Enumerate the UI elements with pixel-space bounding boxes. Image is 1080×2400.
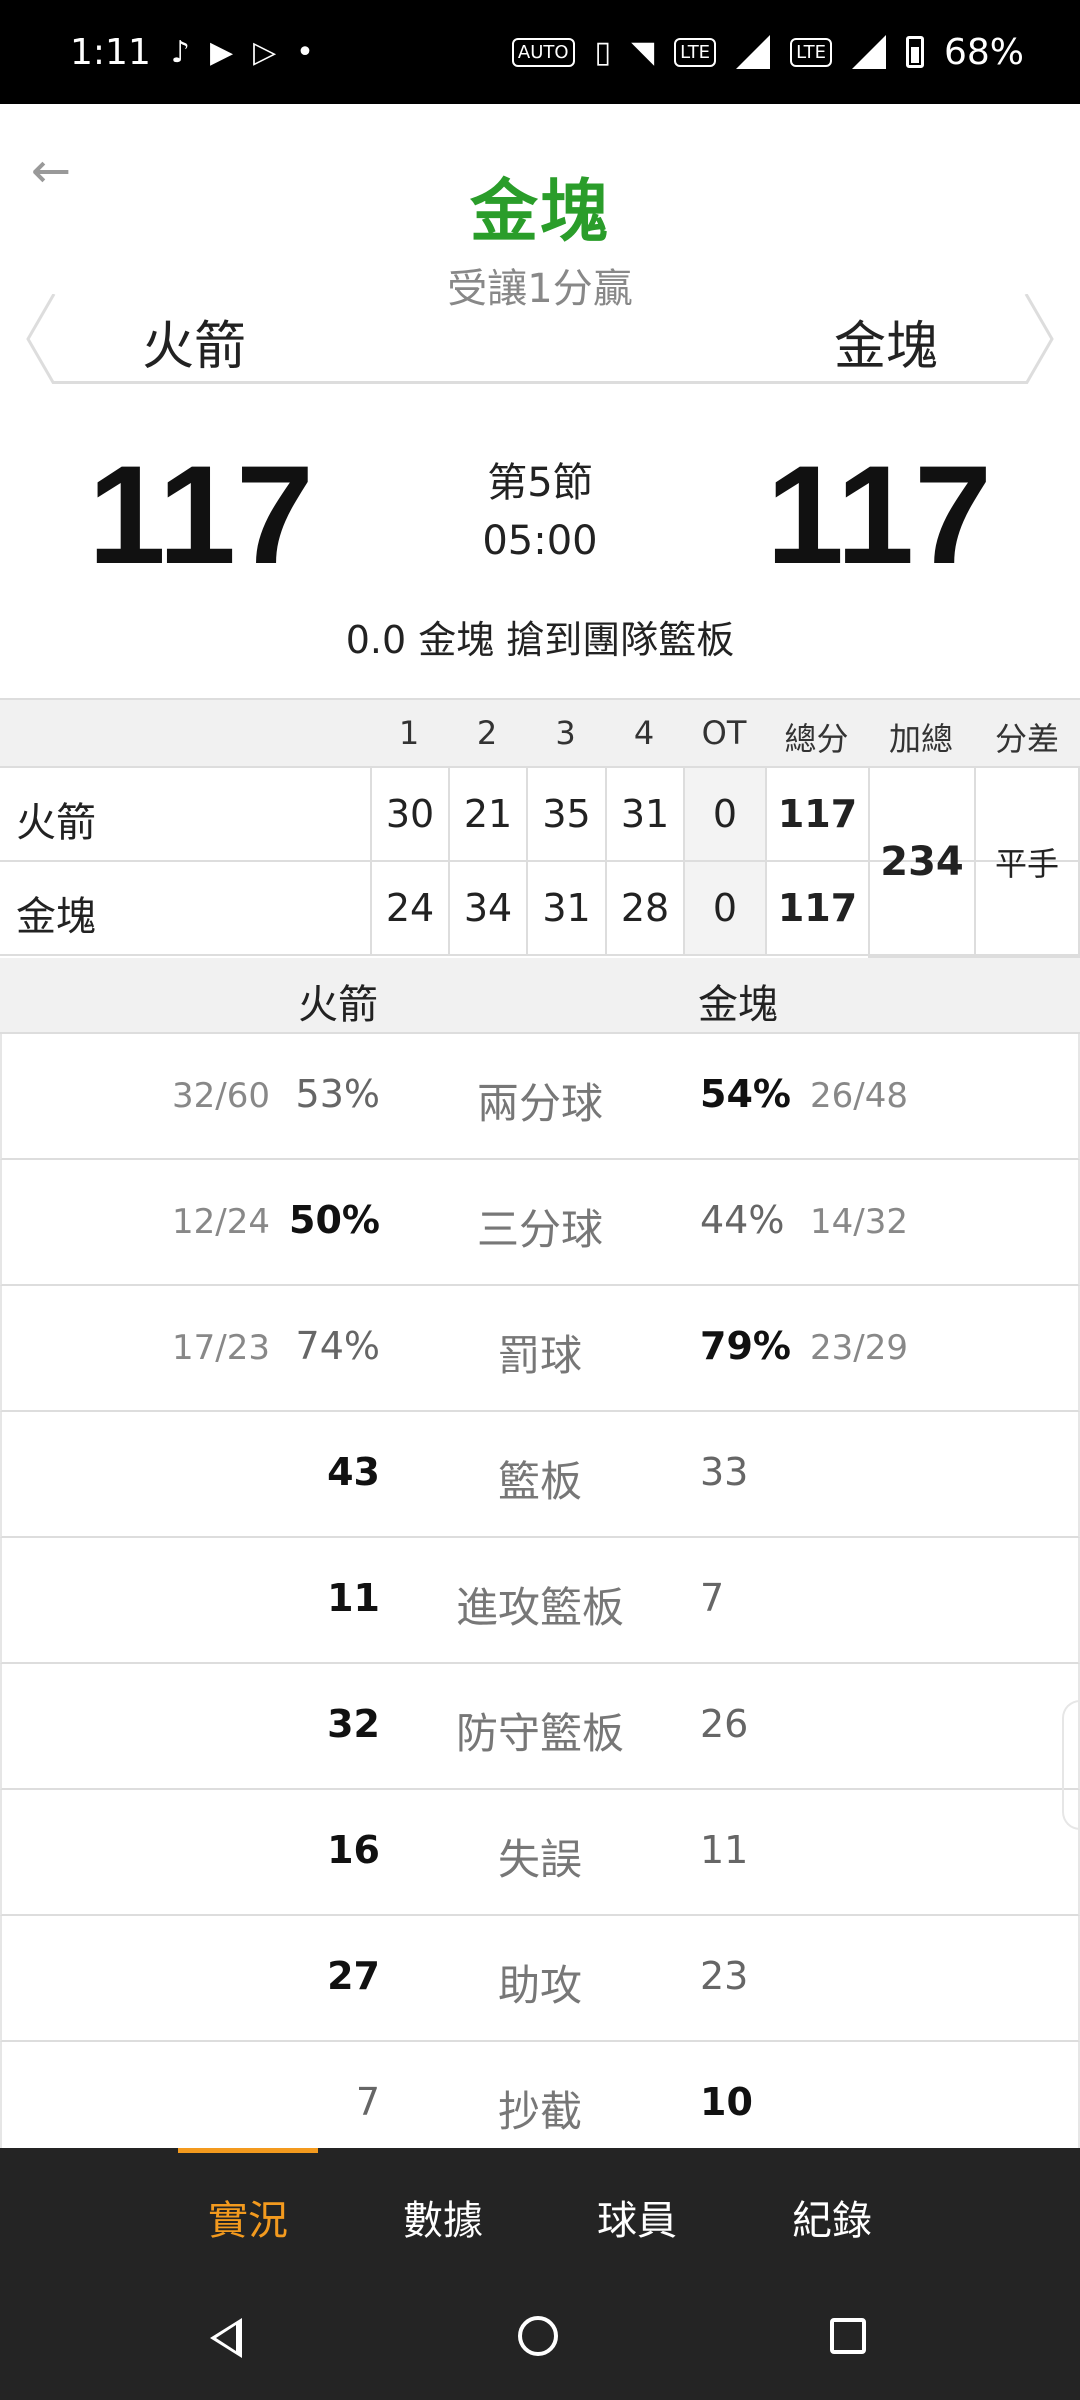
status-left: 1:11 ♪ ▶ ▷ • [70, 32, 314, 73]
battery-percent: 68% [943, 31, 1024, 73]
tab-live[interactable]: 實況 [168, 2188, 328, 2246]
stat-label: 罰球 [497, 1331, 582, 1380]
signal-2-icon [851, 35, 886, 69]
score-difference: 平手 [974, 768, 1080, 958]
score-cell-ot: 0 [683, 768, 765, 860]
col-ot: OT [701, 714, 747, 752]
game-header: ← 金塊 受讓1分贏 火箭 金塊 117 第5節 05:00 117 0.0 金… [0, 104, 1080, 694]
team-bar-right-arrow-icon [1024, 294, 1054, 384]
away-made-attempts: 14/32 [810, 1202, 908, 1242]
volte-2-icon: LTE [790, 37, 832, 67]
col-q3: 3 [555, 714, 576, 752]
combined-total: 234 [868, 768, 974, 958]
stat-row: 32 防守籃板 26 [0, 1664, 1080, 1790]
total-cell: 117 [765, 768, 868, 860]
dot-icon: • [296, 34, 314, 70]
score-cell: 28 [605, 862, 683, 954]
score-cell-ot: 0 [683, 862, 765, 954]
system-nav-bar [0, 2278, 1080, 2400]
tab-records[interactable]: 紀錄 [752, 2188, 912, 2246]
stat-label: 進攻籃板 [455, 1583, 624, 1632]
stat-row: 11 進攻籃板 7 [0, 1538, 1080, 1664]
status-time: 1:11 [70, 31, 151, 73]
row-team-name: 金塊 [16, 894, 96, 940]
stat-row: 17/23 74% 罰球 79% 23/29 [0, 1286, 1080, 1412]
score-cell: 34 [448, 862, 526, 954]
row-team-name: 火箭 [16, 800, 96, 846]
away-stat-value: 44% [700, 1198, 785, 1242]
stat-row: 12/24 50% 三分球 44% 14/32 [0, 1160, 1080, 1286]
stat-label: 助攻 [497, 1961, 582, 2010]
away-team-name[interactable]: 金塊 [834, 304, 938, 379]
active-tab-indicator [178, 2148, 318, 2153]
away-stat-value: 10 [700, 2080, 753, 2124]
page-title: 金塊 [469, 173, 610, 252]
away-made-attempts: 23/29 [810, 1328, 908, 1368]
col-total: 總分 [784, 720, 849, 758]
team-bar-left-arrow-icon [26, 294, 56, 384]
stat-row: 16 失誤 11 [0, 1790, 1080, 1916]
youtube-icon: ▶ [210, 34, 234, 70]
stat-row: 27 助攻 23 [0, 1916, 1080, 2042]
stats-header: 火箭 金塊 [0, 958, 1080, 1034]
away-score: 117 [766, 436, 992, 593]
stat-label: 抄截 [497, 2087, 582, 2136]
last-play: 0.0 金塊 搶到團隊籃板 [345, 618, 735, 662]
system-home-icon[interactable] [518, 2316, 558, 2356]
system-recents-icon[interactable] [830, 2318, 866, 2354]
away-made-attempts: 26/48 [810, 1076, 908, 1116]
score-cell: 24 [370, 862, 448, 954]
col-diff: 分差 [994, 720, 1059, 758]
bottom-tab-bar: 實況 數據 球員 紀錄 [0, 2148, 1080, 2278]
away-stat-value: 11 [700, 1828, 749, 1872]
away-stat-value: 54% [700, 1072, 791, 1116]
total-cell: 117 [765, 862, 868, 954]
vibrate-icon: ▯ [594, 34, 612, 70]
tab-stats[interactable]: 數據 [363, 2188, 523, 2246]
battery-icon [905, 36, 924, 68]
edge-panel-handle[interactable] [1062, 1700, 1080, 1830]
boxscore-table: 1 2 3 4 OT 總分 加總 分差 火箭 30 21 35 31 0 117… [0, 698, 1080, 958]
score-cell: 21 [448, 768, 526, 860]
col-q2: 2 [476, 714, 498, 752]
stat-label: 三分球 [476, 1205, 603, 1254]
play-icon: ▷ [253, 34, 277, 70]
auto-hz-icon: AUTO [511, 37, 575, 67]
score-cell: 30 [370, 768, 448, 860]
away-stat-value: 7 [700, 1576, 725, 1620]
stat-row: 32/60 53% 兩分球 54% 26/48 [0, 1034, 1080, 1160]
stat-label: 籃板 [497, 1457, 582, 1506]
tiktok-icon: ♪ [170, 34, 190, 70]
tab-players[interactable]: 球員 [557, 2188, 717, 2246]
score-cell: 31 [605, 768, 683, 860]
col-q4: 4 [633, 714, 655, 752]
signal-icon [736, 35, 771, 69]
away-stat-value: 33 [700, 1450, 749, 1494]
boxscore-header: 1 2 3 4 OT 總分 加總 分差 [0, 698, 1080, 768]
status-right: AUTO ▯ ◥ LTE LTE 68% [511, 31, 1024, 73]
score-cell: 31 [526, 862, 605, 954]
system-back-icon[interactable] [210, 2318, 242, 2358]
wifi-icon: ◥ [631, 34, 655, 70]
stat-label: 兩分球 [476, 1079, 603, 1128]
stat-label: 防守籃板 [455, 1709, 624, 1758]
stats-home-team: 火箭 [298, 982, 378, 1028]
stat-row: 43 籃板 33 [0, 1412, 1080, 1538]
score-cell: 35 [526, 768, 605, 860]
away-stat-value: 23 [700, 1954, 749, 1998]
stats-away-team: 金塊 [698, 982, 778, 1028]
status-bar: 1:11 ♪ ▶ ▷ • AUTO ▯ ◥ LTE LTE 68% [0, 0, 1080, 104]
volte-icon: LTE [674, 37, 717, 67]
away-stat-value: 79% [700, 1324, 791, 1368]
col-q1: 1 [398, 714, 420, 752]
stat-label: 失誤 [497, 1835, 582, 1884]
team-stats: 火箭 金塊 32/60 53% 兩分球 54% 26/48 12/24 50% … [0, 958, 1080, 2168]
away-stat-value: 26 [700, 1702, 749, 1746]
home-team-name[interactable]: 火箭 [142, 304, 246, 379]
col-sum: 加總 [888, 720, 953, 758]
